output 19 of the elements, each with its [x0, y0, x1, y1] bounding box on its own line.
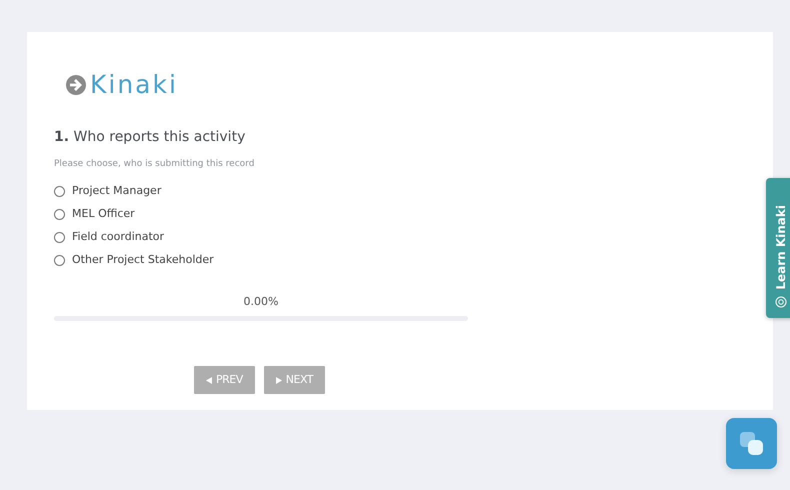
lifebuoy-icon	[775, 296, 787, 308]
progress-reading: 0.00%	[242, 294, 280, 310]
caret-left-icon	[206, 376, 212, 384]
radio-button[interactable]	[54, 186, 65, 196]
option-label[interactable]: MEL Officer	[72, 206, 135, 222]
radio-button[interactable]	[54, 232, 65, 242]
caret-right-icon	[276, 376, 282, 384]
question-hint: Please choose, who is submitting this record	[54, 158, 256, 171]
radio-button[interactable]	[54, 208, 65, 220]
option-label[interactable]: Field coordinator	[72, 228, 164, 246]
question-title: Who reports this activity	[74, 129, 246, 145]
option-label[interactable]: Project Manager	[72, 182, 162, 200]
chat-button[interactable]	[726, 418, 777, 469]
option-label[interactable]: Other Project Stakeholder	[72, 252, 214, 268]
question-number: 1.	[54, 129, 70, 145]
radio-button[interactable]	[54, 254, 65, 266]
logo-text: Kinaki	[90, 72, 178, 97]
arrow-circle-icon	[65, 74, 87, 96]
chat-icon	[738, 430, 764, 456]
